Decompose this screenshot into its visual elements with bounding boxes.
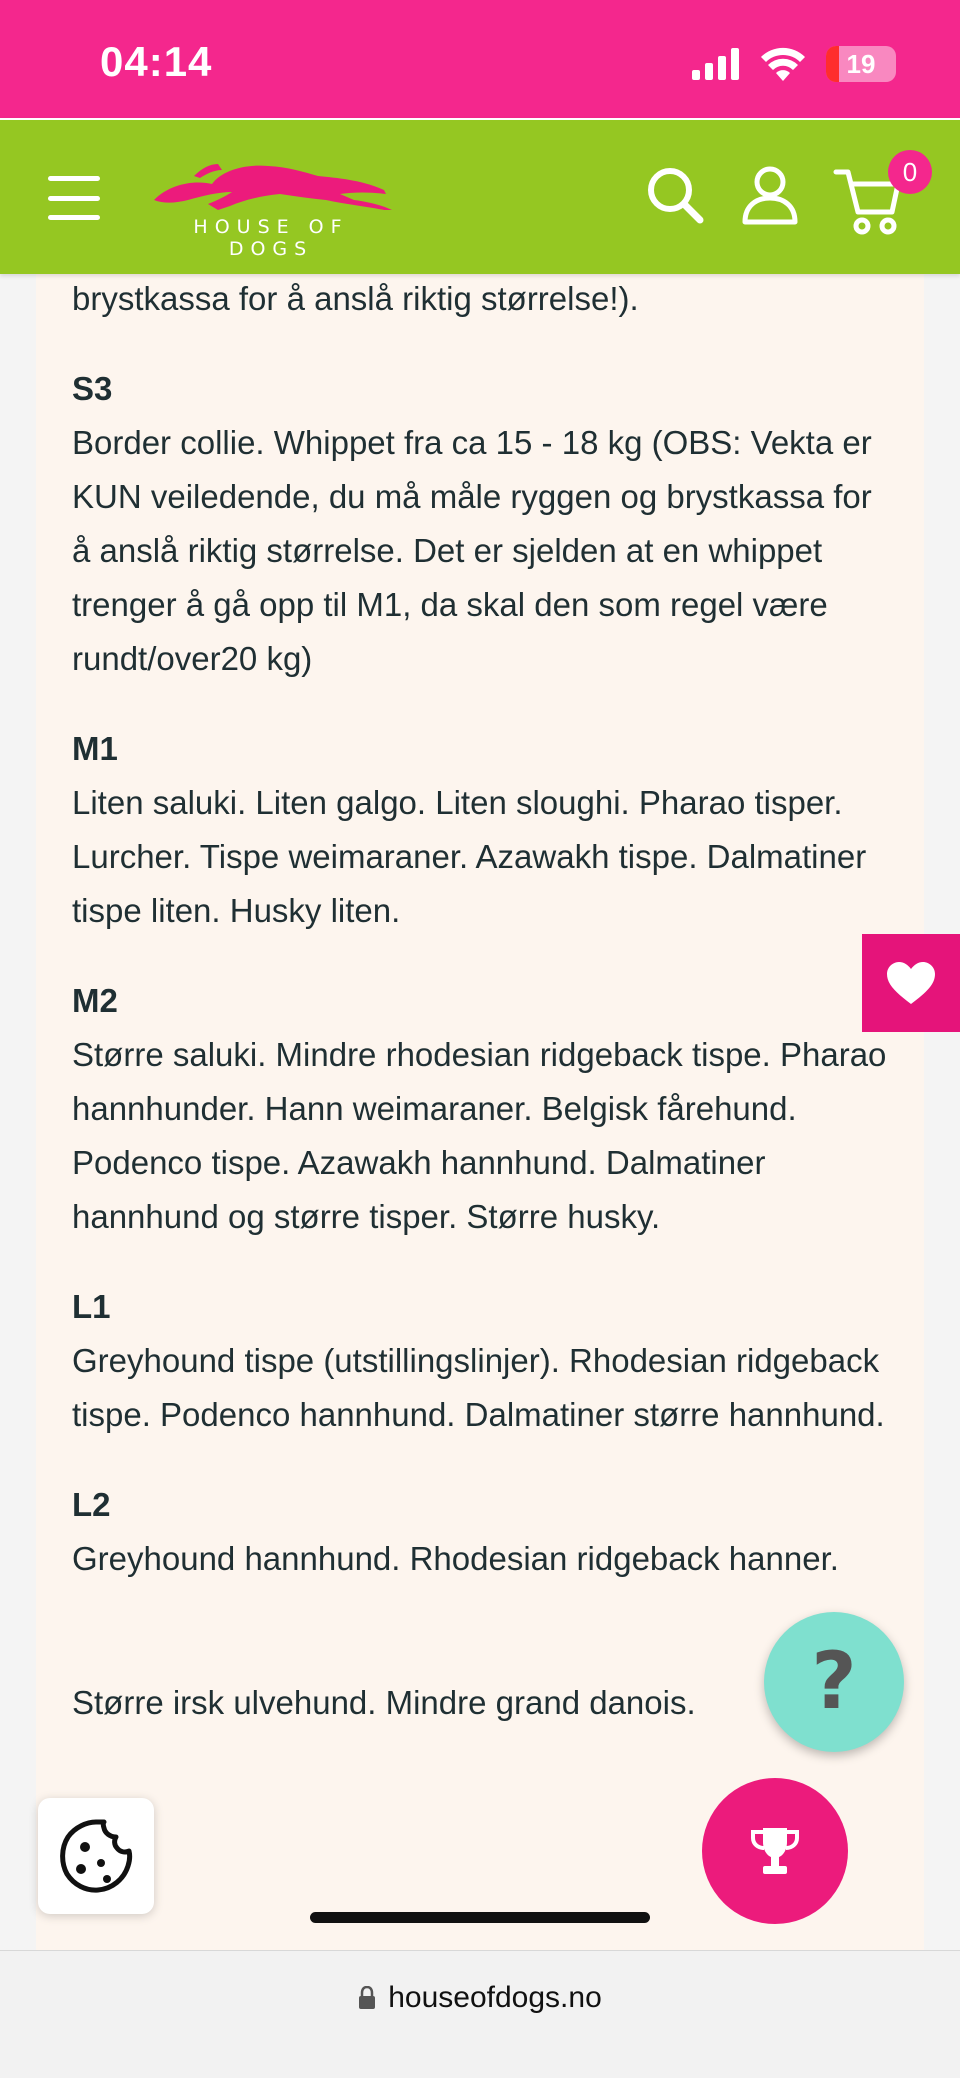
help-button[interactable]: ? (764, 1612, 904, 1752)
top-fragment: brystkassa for å anslå riktig størrelse!… (72, 280, 639, 317)
size-label: M1 (72, 730, 118, 767)
trophy-icon (751, 1828, 799, 1874)
menu-icon[interactable] (48, 176, 100, 220)
wishlist-button[interactable] (862, 934, 960, 1032)
battery-icon: 19 (826, 46, 896, 82)
home-indicator[interactable] (310, 1912, 650, 1923)
account-icon[interactable] (740, 164, 800, 226)
status-bar: 04:14 19 (0, 0, 960, 118)
size-description: Border collie. Whippet fra ca 15 - 18 kg… (72, 424, 872, 677)
wifi-icon (761, 47, 805, 81)
browser-bottom-bar: houseofdogs.no (0, 1950, 960, 2078)
size-description: Greyhound hannhund. Rhodesian ridgeback … (72, 1540, 839, 1577)
rewards-button[interactable] (702, 1778, 848, 1924)
cookie-settings-button[interactable] (38, 1798, 154, 1914)
address-bar[interactable]: houseofdogs.no (0, 1981, 960, 2015)
cellular-signal-icon (692, 48, 739, 80)
heart-icon (887, 962, 935, 1004)
battery-level: 19 (846, 49, 876, 79)
size-guide: brystkassa for å anslå riktig størrelse!… (72, 272, 892, 1730)
size-label: L1 (72, 1288, 111, 1325)
size-description: Greyhound tispe (utstillingslinjer). Rho… (72, 1342, 885, 1433)
brand-name: HOUSE OF DOGS (193, 216, 349, 260)
size-label: L2 (72, 1486, 111, 1523)
greyhound-logo-icon (154, 164, 392, 210)
status-time: 04:14 (100, 38, 213, 85)
search-icon[interactable] (644, 164, 706, 226)
size-label: S3 (72, 370, 113, 407)
status-icons: 19 (692, 44, 896, 84)
size-description: Større saluki. Mindre rhodesian ridgebac… (72, 1036, 887, 1235)
site-logo[interactable]: HOUSE OF DOGS (148, 148, 394, 260)
size-description: Liten saluki. Liten galgo. Liten sloughi… (72, 784, 867, 929)
url-text: houseofdogs.no (388, 1981, 602, 2014)
lock-icon (359, 1986, 376, 2009)
site-header: HOUSE OF DOGS (0, 118, 960, 274)
cart-count-badge[interactable]: 0 (888, 150, 932, 194)
size-label: M2 (72, 982, 118, 1019)
cookie-icon (60, 1819, 133, 1893)
